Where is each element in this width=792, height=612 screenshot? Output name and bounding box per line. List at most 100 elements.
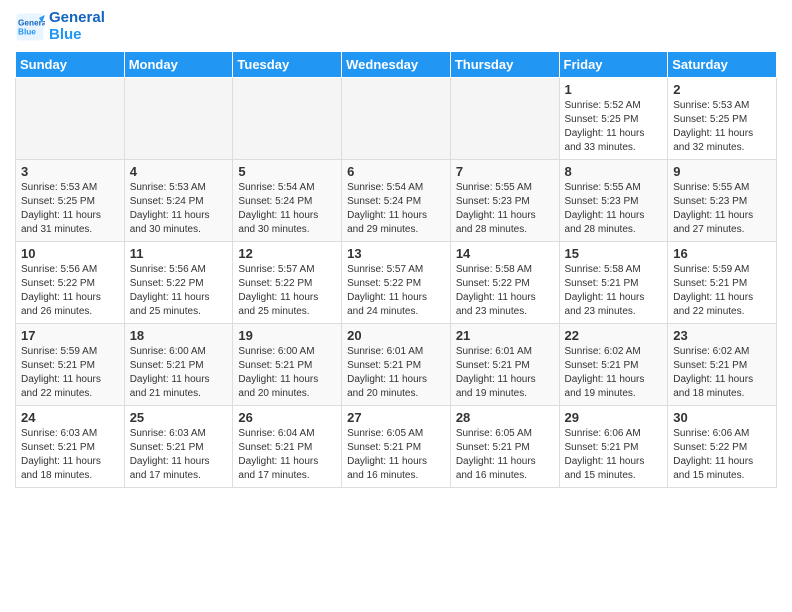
- day-cell: [124, 78, 233, 160]
- day-info: Sunrise: 5:53 AMSunset: 5:25 PMDaylight:…: [21, 181, 119, 237]
- day-cell: 27 Sunrise: 6:05 AMSunset: 5:21 PMDayligh…: [342, 406, 451, 488]
- day-cell: 29Sunrise: 6:06 AMSunset: 5:21 PMDayligh…: [559, 406, 668, 488]
- day-cell: 9 Sunrise: 5:55 AMSunset: 5:23 PMDaylight…: [668, 160, 777, 242]
- day-number: 7: [456, 164, 554, 179]
- logo-icon: General Blue: [15, 12, 45, 42]
- day-cell: 18 Sunrise: 6:00 AMSunset: 5:21 PMDayligh…: [124, 324, 233, 406]
- day-info: Sunrise: 5:52 AMSunset: 5:25 PMDaylight:…: [565, 99, 663, 155]
- day-info: Sunrise: 5:59 AMSunset: 5:21 PMDaylight:…: [21, 345, 119, 401]
- day-number: 19: [238, 328, 336, 343]
- day-info: Sunrise: 6:01 AMSunset: 5:21 PMDaylight:…: [456, 345, 554, 401]
- week-row-1: 1 Sunrise: 5:52 AMSunset: 5:25 PMDaylight…: [16, 78, 777, 160]
- day-cell: 26Sunrise: 6:04 AMSunset: 5:21 PMDayligh…: [233, 406, 342, 488]
- svg-text:Blue: Blue: [18, 27, 36, 36]
- day-cell: 21 Sunrise: 6:01 AMSunset: 5:21 PMDayligh…: [450, 324, 559, 406]
- day-number: 6: [347, 164, 445, 179]
- day-number: 15: [565, 246, 663, 261]
- weekday-header-friday: Friday: [559, 52, 668, 78]
- day-number: 25: [130, 410, 228, 425]
- day-info: Sunrise: 5:58 AMSunset: 5:21 PMDaylight:…: [565, 263, 663, 319]
- day-number: 22: [565, 328, 663, 343]
- day-cell: [233, 78, 342, 160]
- day-info: Sunrise: 5:53 AMSunset: 5:25 PMDaylight:…: [673, 99, 771, 155]
- day-number: 28: [456, 410, 554, 425]
- weekday-header-sunday: Sunday: [16, 52, 125, 78]
- day-cell: 14 Sunrise: 5:58 AMSunset: 5:22 PMDayligh…: [450, 242, 559, 324]
- weekday-header-thursday: Thursday: [450, 52, 559, 78]
- day-number: 14: [456, 246, 554, 261]
- day-number: 4: [130, 164, 228, 179]
- day-cell: 10 Sunrise: 5:56 AMSunset: 5:22 PMDayligh…: [16, 242, 125, 324]
- day-info: Sunrise: 6:05 AMSunset: 5:21 PMDaylight:…: [456, 427, 554, 483]
- day-info: Sunrise: 5:54 AMSunset: 5:24 PMDaylight:…: [238, 181, 336, 237]
- header: General Blue General Blue: [15, 10, 777, 43]
- day-info: Sunrise: 5:59 AMSunset: 5:21 PMDaylight:…: [673, 263, 771, 319]
- day-cell: 28 Sunrise: 6:05 AMSunset: 5:21 PMDayligh…: [450, 406, 559, 488]
- day-cell: 1 Sunrise: 5:52 AMSunset: 5:25 PMDaylight…: [559, 78, 668, 160]
- day-number: 1: [565, 82, 663, 97]
- day-cell: 19 Sunrise: 6:00 AMSunset: 5:21 PMDayligh…: [233, 324, 342, 406]
- weekday-header-monday: Monday: [124, 52, 233, 78]
- day-info: Sunrise: 5:54 AMSunset: 5:24 PMDaylight:…: [347, 181, 445, 237]
- day-number: 18: [130, 328, 228, 343]
- day-info: Sunrise: 5:55 AMSunset: 5:23 PMDaylight:…: [673, 181, 771, 237]
- day-info: Sunrise: 5:53 AMSunset: 5:24 PMDaylight:…: [130, 181, 228, 237]
- day-cell: 25 Sunrise: 6:03 AMSunset: 5:21 PMDayligh…: [124, 406, 233, 488]
- day-cell: 23 Sunrise: 6:02 AMSunset: 5:21 PMDayligh…: [668, 324, 777, 406]
- day-number: 13: [347, 246, 445, 261]
- day-info: Sunrise: 6:00 AMSunset: 5:21 PMDaylight:…: [130, 345, 228, 401]
- week-row-3: 10 Sunrise: 5:56 AMSunset: 5:22 PMDayligh…: [16, 242, 777, 324]
- day-info: Sunrise: 5:55 AMSunset: 5:23 PMDaylight:…: [565, 181, 663, 237]
- week-row-5: 24 Sunrise: 6:03 AMSunset: 5:21 PMDayligh…: [16, 406, 777, 488]
- day-info: Sunrise: 5:56 AMSunset: 5:22 PMDaylight:…: [130, 263, 228, 319]
- day-cell: 15 Sunrise: 5:58 AMSunset: 5:21 PMDayligh…: [559, 242, 668, 324]
- week-row-2: 3 Sunrise: 5:53 AMSunset: 5:25 PMDaylight…: [16, 160, 777, 242]
- day-number: 10: [21, 246, 119, 261]
- weekday-header-row: SundayMondayTuesdayWednesdayThursdayFrid…: [16, 52, 777, 78]
- day-info: Sunrise: 5:57 AMSunset: 5:22 PMDaylight:…: [347, 263, 445, 319]
- logo-text: General Blue: [49, 10, 105, 43]
- day-number: 20: [347, 328, 445, 343]
- day-info: Sunrise: 5:56 AMSunset: 5:22 PMDaylight:…: [21, 263, 119, 319]
- day-number: 30: [673, 410, 771, 425]
- day-cell: [450, 78, 559, 160]
- day-cell: 30 Sunrise: 6:06 AMSunset: 5:22 PMDayligh…: [668, 406, 777, 488]
- day-cell: 8 Sunrise: 5:55 AMSunset: 5:23 PMDaylight…: [559, 160, 668, 242]
- day-cell: 5 Sunrise: 5:54 AMSunset: 5:24 PMDaylight…: [233, 160, 342, 242]
- day-number: 24: [21, 410, 119, 425]
- day-number: 27: [347, 410, 445, 425]
- day-info: Sunrise: 6:06 AMSunset: 5:22 PMDaylight:…: [673, 427, 771, 483]
- day-number: 9: [673, 164, 771, 179]
- day-cell: 24 Sunrise: 6:03 AMSunset: 5:21 PMDayligh…: [16, 406, 125, 488]
- day-cell: 16Sunrise: 5:59 AMSunset: 5:21 PMDayligh…: [668, 242, 777, 324]
- day-cell: 22 Sunrise: 6:02 AMSunset: 5:21 PMDayligh…: [559, 324, 668, 406]
- day-info: Sunrise: 6:00 AMSunset: 5:21 PMDaylight:…: [238, 345, 336, 401]
- day-info: Sunrise: 5:57 AMSunset: 5:22 PMDaylight:…: [238, 263, 336, 319]
- day-info: Sunrise: 6:02 AMSunset: 5:21 PMDaylight:…: [565, 345, 663, 401]
- day-number: 21: [456, 328, 554, 343]
- day-cell: 4 Sunrise: 5:53 AMSunset: 5:24 PMDaylight…: [124, 160, 233, 242]
- day-cell: 20Sunrise: 6:01 AMSunset: 5:21 PMDayligh…: [342, 324, 451, 406]
- day-cell: 2 Sunrise: 5:53 AMSunset: 5:25 PMDaylight…: [668, 78, 777, 160]
- day-cell: 11 Sunrise: 5:56 AMSunset: 5:22 PMDayligh…: [124, 242, 233, 324]
- day-info: Sunrise: 6:02 AMSunset: 5:21 PMDaylight:…: [673, 345, 771, 401]
- day-info: Sunrise: 6:05 AMSunset: 5:21 PMDaylight:…: [347, 427, 445, 483]
- day-number: 11: [130, 246, 228, 261]
- day-cell: 13 Sunrise: 5:57 AMSunset: 5:22 PMDayligh…: [342, 242, 451, 324]
- calendar-table: SundayMondayTuesdayWednesdayThursdayFrid…: [15, 51, 777, 488]
- day-info: Sunrise: 6:03 AMSunset: 5:21 PMDaylight:…: [130, 427, 228, 483]
- weekday-header-tuesday: Tuesday: [233, 52, 342, 78]
- day-info: Sunrise: 6:03 AMSunset: 5:21 PMDaylight:…: [21, 427, 119, 483]
- logo: General Blue General Blue: [15, 10, 105, 43]
- day-cell: 17Sunrise: 5:59 AMSunset: 5:21 PMDayligh…: [16, 324, 125, 406]
- week-row-4: 17Sunrise: 5:59 AMSunset: 5:21 PMDayligh…: [16, 324, 777, 406]
- day-info: Sunrise: 5:58 AMSunset: 5:22 PMDaylight:…: [456, 263, 554, 319]
- day-number: 2: [673, 82, 771, 97]
- day-number: 8: [565, 164, 663, 179]
- day-info: Sunrise: 6:06 AMSunset: 5:21 PMDaylight:…: [565, 427, 663, 483]
- day-cell: [342, 78, 451, 160]
- day-number: 5: [238, 164, 336, 179]
- day-cell: 3 Sunrise: 5:53 AMSunset: 5:25 PMDaylight…: [16, 160, 125, 242]
- day-number: 23: [673, 328, 771, 343]
- day-number: 3: [21, 164, 119, 179]
